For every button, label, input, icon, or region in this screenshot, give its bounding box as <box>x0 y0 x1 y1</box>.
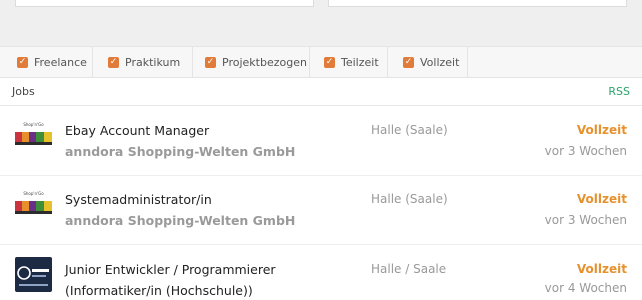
job-title[interactable]: Junior Entwickler / Programmierer <box>65 262 276 277</box>
filter-praktikum[interactable]: ✓ Praktikum <box>93 47 193 77</box>
checkbox-checked-icon[interactable]: ✓ <box>324 56 335 68</box>
job-age: vor 3 Wochen <box>544 144 627 158</box>
job-location: Halle / Saale <box>371 262 447 276</box>
filter-label: Freelance <box>34 55 87 69</box>
job-location: Halle (Saale) <box>371 123 448 137</box>
filter-freelance[interactable]: ✓ Freelance <box>0 47 93 77</box>
job-title[interactable]: Ebay Account Manager <box>65 123 209 138</box>
intecio-logo-icon <box>15 257 52 292</box>
company-name[interactable]: anndora Shopping-Welten GmbH <box>65 144 295 159</box>
job-row[interactable]: Junior Entwickler / Programmierer (Infor… <box>0 245 642 300</box>
job-age: vor 4 Wochen <box>544 281 627 295</box>
checkbox-checked-icon[interactable]: ✓ <box>403 56 414 68</box>
job-type: Vollzeit <box>576 262 627 276</box>
filter-label: Teilzeit <box>341 55 379 69</box>
filter-projektbezogen[interactable]: ✓ Projektbezogen <box>193 47 310 77</box>
location-search-input[interactable] <box>328 0 627 7</box>
jobs-header: Jobs RSS <box>0 78 642 106</box>
jobs-label: Jobs <box>12 85 35 98</box>
job-row[interactable]: Shop'n'Go Ebay Account Manager anndora S… <box>0 107 642 176</box>
job-title[interactable]: Systemadministrator/in <box>65 192 212 207</box>
company-name[interactable]: anndora Shopping-Welten GmbH <box>65 213 295 228</box>
job-type: Vollzeit <box>576 123 627 137</box>
filter-teilzeit[interactable]: ✓ Teilzeit <box>310 47 388 77</box>
job-row[interactable]: Shop'n'Go Systemadministrator/in anndora… <box>0 176 642 245</box>
filter-vollzeit[interactable]: ✓ Vollzeit <box>388 47 468 77</box>
job-type-filter-bar: ✓ Freelance ✓ Praktikum ✓ Projektbezogen… <box>0 46 642 78</box>
checkbox-checked-icon[interactable]: ✓ <box>205 56 216 68</box>
anndora-logo-icon: Shop'n'Go <box>15 188 52 223</box>
svg-text:Shop'n'Go: Shop'n'Go <box>23 122 44 127</box>
filter-label: Vollzeit <box>420 55 460 69</box>
filter-label: Praktikum <box>125 55 181 69</box>
job-age: vor 3 Wochen <box>544 213 627 227</box>
keyword-search-input[interactable] <box>15 0 314 7</box>
svg-text:Shop'n'Go: Shop'n'Go <box>23 191 44 196</box>
job-subtitle[interactable]: (Informatiker/in (Hochschule)) <box>65 283 253 298</box>
job-location: Halle (Saale) <box>371 192 448 206</box>
rss-link[interactable]: RSS <box>608 85 630 98</box>
job-type: Vollzeit <box>576 192 627 206</box>
checkbox-checked-icon[interactable]: ✓ <box>17 56 28 68</box>
anndora-logo-icon: Shop'n'Go <box>15 119 52 154</box>
checkbox-checked-icon[interactable]: ✓ <box>108 56 119 68</box>
search-area <box>0 0 642 46</box>
filter-label: Projektbezogen <box>222 55 307 69</box>
